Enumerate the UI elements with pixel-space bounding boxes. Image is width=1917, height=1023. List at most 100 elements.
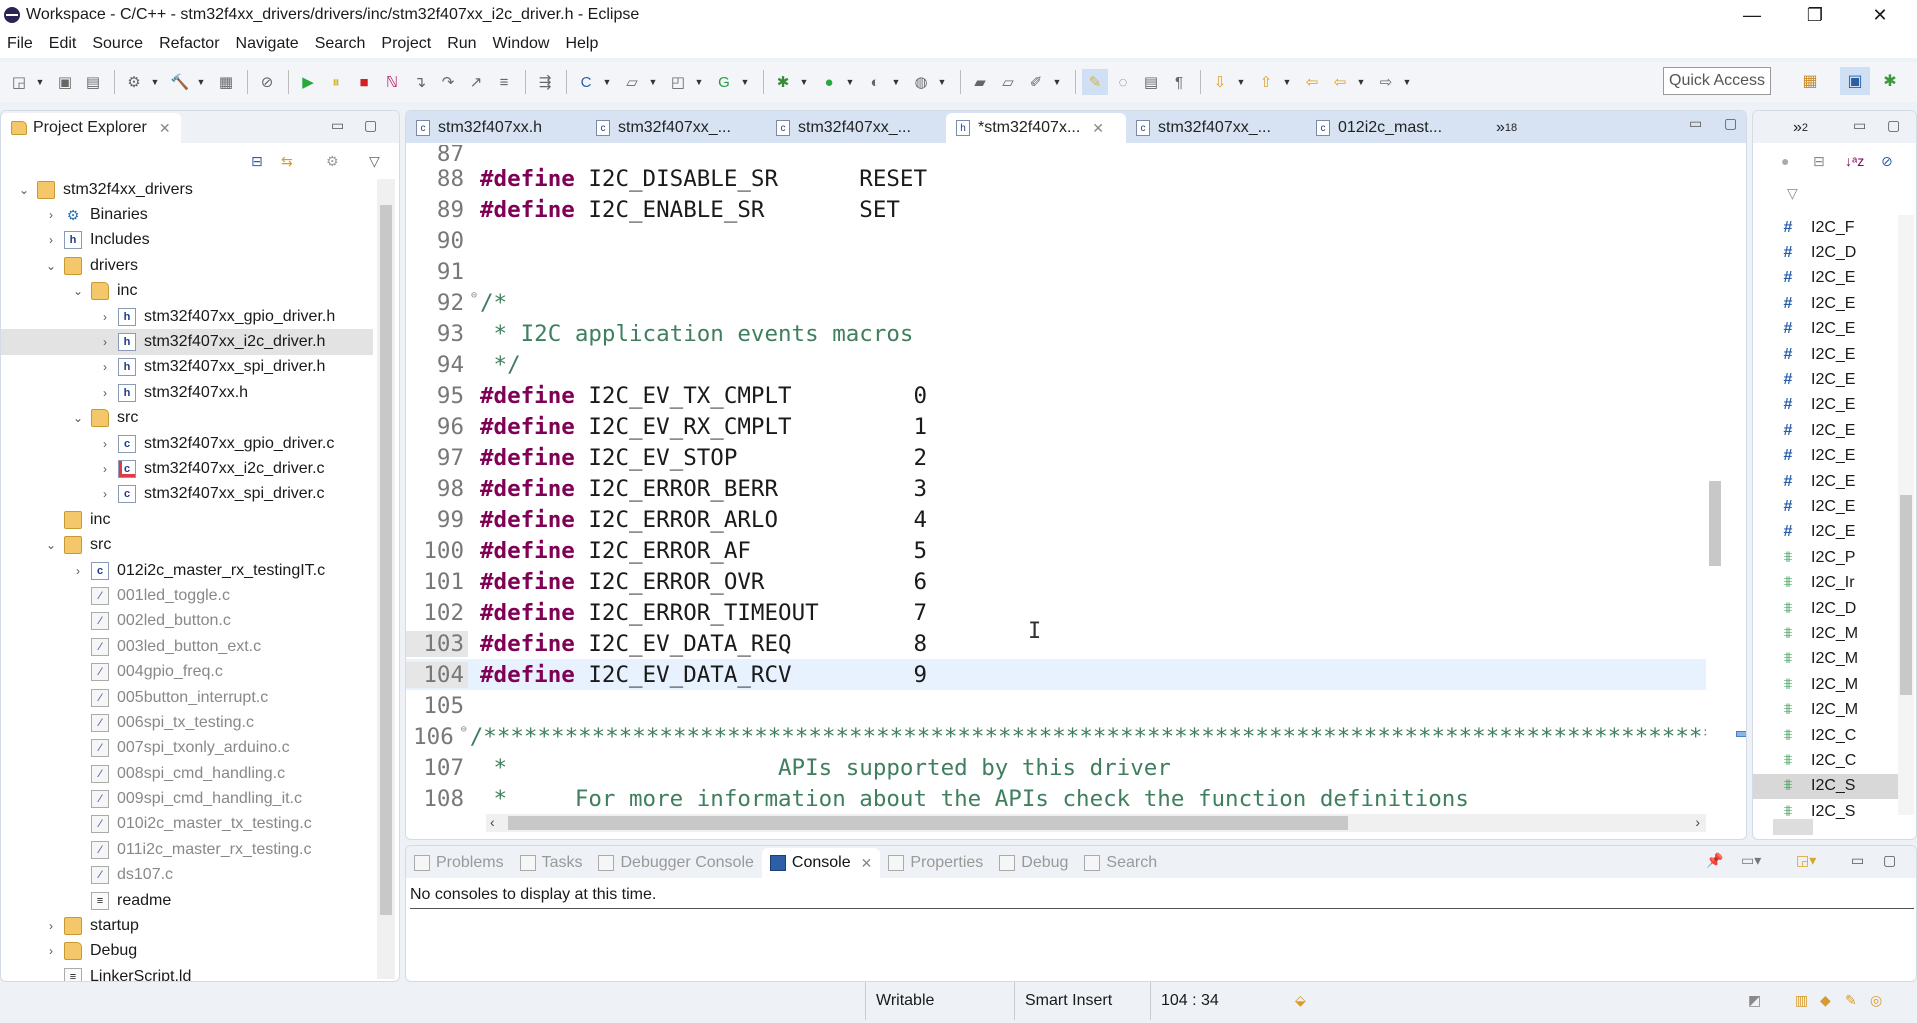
code-line[interactable]: 97 #define I2C_EV_STOP 2 — [406, 442, 1716, 473]
menu-navigate[interactable]: Navigate — [229, 35, 308, 53]
dropdown-arrow-icon[interactable]: ▼ — [601, 69, 613, 95]
outline-scrollbar[interactable] — [1898, 215, 1914, 815]
outline-scroll-thumb[interactable] — [1900, 495, 1912, 695]
chevron-down-icon[interactable]: ⌄ — [44, 259, 58, 273]
restore-button[interactable]: ❐ — [1790, 0, 1840, 30]
close-tab-icon[interactable]: ✕ — [1092, 120, 1104, 137]
outline-overflow[interactable]: » 2 — [1753, 113, 1818, 143]
code-line[interactable]: 95 #define I2C_EV_TX_CMPLT 0 — [406, 380, 1716, 411]
console-tab-tasks[interactable]: Tasks — [512, 848, 591, 878]
chevron-right-icon[interactable]: › — [98, 310, 112, 324]
resume-icon[interactable]: ▶ — [295, 69, 321, 95]
code-line[interactable]: 98 #define I2C_ERROR_BERR 3 — [406, 473, 1716, 504]
console-tab-debug[interactable]: Debug — [991, 848, 1076, 878]
next-annotation-icon[interactable]: ⇩ — [1207, 69, 1233, 95]
quick-access-input[interactable]: Quick Access — [1663, 67, 1771, 95]
outline-item[interactable]: # I2C_E — [1753, 418, 1898, 443]
menu-edit[interactable]: Edit — [42, 35, 86, 53]
editor-hscrollbar[interactable]: ‹ › — [486, 814, 1706, 832]
tree-item[interactable]: ⌄ stm32f4xx_drivers — [1, 177, 373, 202]
dropdown-arrow-icon[interactable]: ▼ — [1401, 69, 1413, 95]
build-icon[interactable]: 🔨 — [167, 69, 193, 95]
show-whitespace-icon[interactable]: ¶ — [1166, 69, 1192, 95]
chevron-right-icon[interactable]: › — [98, 487, 112, 501]
outline-item[interactable]: ⩨ I2C_M — [1753, 647, 1898, 672]
step-into-icon[interactable]: ↴ — [407, 69, 433, 95]
editor-tab[interactable]: c stm32f407xx_... — [586, 113, 766, 143]
use-step-filters-icon[interactable]: ⇶ — [532, 69, 558, 95]
sort-az-icon[interactable]: ↓ᵃz — [1845, 153, 1864, 169]
link-with-editor-icon[interactable]: ⇆ — [281, 153, 293, 170]
outline-item[interactable]: # I2C_E — [1753, 444, 1898, 469]
outline-item[interactable]: ⩨ I2C_M — [1753, 672, 1898, 697]
tree-item[interactable]: ⌄ src — [1, 532, 373, 557]
collapse-all-icon[interactable]: ⊟ — [251, 153, 263, 170]
fold-toggle-icon[interactable]: ⊖ — [471, 290, 477, 301]
tree-item[interactable]: ⌄ inc — [1, 279, 373, 304]
code-line[interactable]: 92 ⊖ /* — [406, 287, 1716, 318]
hide-fields-icon[interactable]: ⊘ — [1881, 153, 1893, 170]
new-icon[interactable]: ◲ — [6, 69, 32, 95]
tree-item[interactable]: › c stm32f407xx_i2c_driver.c — [1, 456, 373, 481]
outline-item[interactable]: ⩨ I2C_Ir — [1753, 570, 1898, 595]
tree-item[interactable]: › c stm32f407xx_gpio_driver.c — [1, 431, 373, 456]
outline-item[interactable]: # I2C_F — [1753, 215, 1898, 240]
code-line[interactable]: 101 #define I2C_ERROR_OVR 6 — [406, 566, 1716, 597]
step-over-icon[interactable]: ↷ — [435, 69, 461, 95]
tab-project-explorer[interactable]: Project Explorer ✕ — [1, 113, 181, 143]
dropdown-arrow-icon[interactable]: ▼ — [1355, 69, 1367, 95]
binary-icon[interactable]: ▦ — [213, 69, 239, 95]
chevron-down-icon[interactable]: ⌄ — [44, 538, 58, 552]
editor-hscroll-thumb[interactable] — [508, 816, 1348, 830]
code-line[interactable]: 108 * For more information about the API… — [406, 783, 1716, 814]
dropdown-arrow-icon[interactable]: ▼ — [34, 69, 46, 95]
outline-view-menu-icon[interactable]: ▽ — [1787, 185, 1798, 202]
tree-item[interactable]: ⁄ 008spi_cmd_handling.c — [1, 761, 373, 786]
outline-item[interactable]: ⩨ I2C_D — [1753, 596, 1898, 621]
tutorial-icon[interactable]: ◆ — [1820, 992, 1838, 1010]
code-editor[interactable]: 87 88 #define I2C_DISABLE_SR RESET 89 #de… — [406, 145, 1716, 814]
pen-icon[interactable]: ✎ — [1845, 992, 1863, 1010]
open-perspective-icon[interactable]: ▦ — [1795, 67, 1825, 95]
external-tools-icon[interactable]: ◍ — [908, 69, 934, 95]
chevron-down-icon[interactable]: ⌄ — [71, 284, 85, 298]
overview-ruler-marker[interactable] — [1736, 731, 1746, 737]
outline-item[interactable]: ⩨ I2C_M — [1753, 697, 1898, 722]
dropdown-arrow-icon[interactable]: ▼ — [693, 69, 705, 95]
code-line[interactable]: 105 — [406, 690, 1716, 721]
outline-item[interactable]: # I2C_D — [1753, 240, 1898, 265]
console-tab-debugger-console[interactable]: Debugger Console — [590, 848, 761, 878]
tree-item[interactable]: ≡ LinkerScript.ld — [1, 964, 373, 981]
maximize-outline-icon[interactable]: ▢ — [1887, 117, 1900, 134]
suspend-icon[interactable]: ⏸ — [323, 69, 349, 95]
instruction-step-icon[interactable]: ≡ — [491, 69, 517, 95]
menu-run[interactable]: Run — [440, 35, 485, 53]
minimize-pane-icon[interactable]: ▭ — [331, 117, 344, 134]
new-folder-icon[interactable]: ▱ — [619, 69, 645, 95]
chevron-right-icon[interactable]: › — [98, 462, 112, 476]
view-menu-icon[interactable]: ▽ — [369, 153, 380, 170]
cpp-perspective-icon[interactable]: ▣ — [1840, 67, 1870, 95]
code-line[interactable]: 107 * APIs supported by this driver — [406, 752, 1716, 783]
outline-item[interactable]: # I2C_E — [1753, 367, 1898, 392]
tree-item[interactable]: ⁄ 007spi_txonly_arduino.c — [1, 736, 373, 761]
tree-item[interactable]: › Debug — [1, 939, 373, 964]
outline-item[interactable]: # I2C_E — [1753, 266, 1898, 291]
outline-item[interactable]: ⩨ I2C_S — [1753, 773, 1898, 799]
outline-item[interactable]: ⩨ I2C_M — [1753, 621, 1898, 646]
help-ring-icon[interactable]: ◎ — [1870, 992, 1888, 1010]
code-line[interactable]: 88 #define I2C_DISABLE_SR RESET — [406, 163, 1716, 194]
code-line[interactable]: 91 — [406, 256, 1716, 287]
run-icon[interactable]: ● — [816, 69, 842, 95]
minimize-button[interactable]: — — [1727, 0, 1777, 30]
editor-tab[interactable]: c stm32f407xx_... — [766, 113, 946, 143]
tree-item[interactable]: › h stm32f407xx_i2c_driver.h — [1, 329, 373, 355]
open-type-icon[interactable]: ▰ — [967, 69, 993, 95]
tip-icon[interactable]: ◩ — [1748, 992, 1766, 1010]
close-tab-icon[interactable]: ✕ — [861, 855, 873, 872]
console-tab-properties[interactable]: Properties — [880, 848, 991, 878]
outline-item[interactable]: # I2C_E — [1753, 342, 1898, 367]
debug-icon[interactable]: ✱ — [770, 69, 796, 95]
tree-item[interactable]: › h stm32f407xx_spi_driver.h — [1, 355, 373, 380]
last-edit-icon[interactable]: ⇦ — [1299, 69, 1325, 95]
